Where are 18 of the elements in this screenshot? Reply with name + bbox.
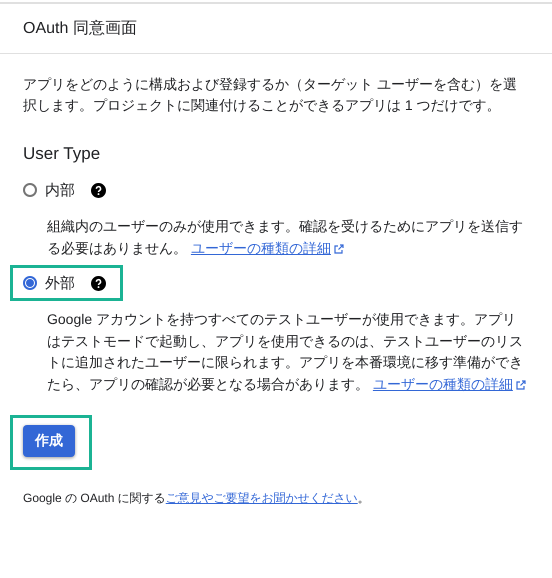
option-description: Google アカウントを持つすべてのテストユーザーが使用できます。アプリはテストモードで起動し、アプリを使用できるのは、テストユーザーのリストに追加されたユーザーに限られます。アプリを本番環境に移す準備ができたら、アプリの確認が必要となる場合があります。 ユーザーの種類の詳細 [47,309,528,395]
page-title: OAuth 同意画面 [23,18,138,39]
option-label[interactable]: 内部 [45,180,75,200]
feedback-link[interactable]: ご意見やご要望をお聞かせください [166,491,358,505]
radio-button[interactable] [23,183,37,197]
option-description: 組織内のユーザーのみが使用できます。確認を受けるためにアプリを送信する必要はありません。 ユーザーの種類の詳細 [47,217,524,258]
learn-more-link[interactable]: ユーザーの種類の詳細 [190,240,331,256]
help-icon[interactable] [91,182,106,198]
external-link-icon [516,380,526,390]
learn-more-link[interactable]: ユーザーの種類の詳細 [372,376,513,392]
help-icon[interactable] [91,276,106,290]
option-label[interactable]: 外部 [45,274,75,292]
external-link-icon [334,244,344,254]
feedback-text: Google の OAuth に関する ご意見やご要望をお聞かせください。 [23,490,371,507]
create-button[interactable]: 作成 [23,425,75,457]
intro-text: アプリをどのように構成および登録するか（ターゲット ユーザーを含む）を選択します。プロジェクトに関連付けることができるアプリは 1 つだけです。 [23,75,518,115]
section-heading: User Type [23,143,102,165]
radio-button[interactable] [23,276,37,290]
